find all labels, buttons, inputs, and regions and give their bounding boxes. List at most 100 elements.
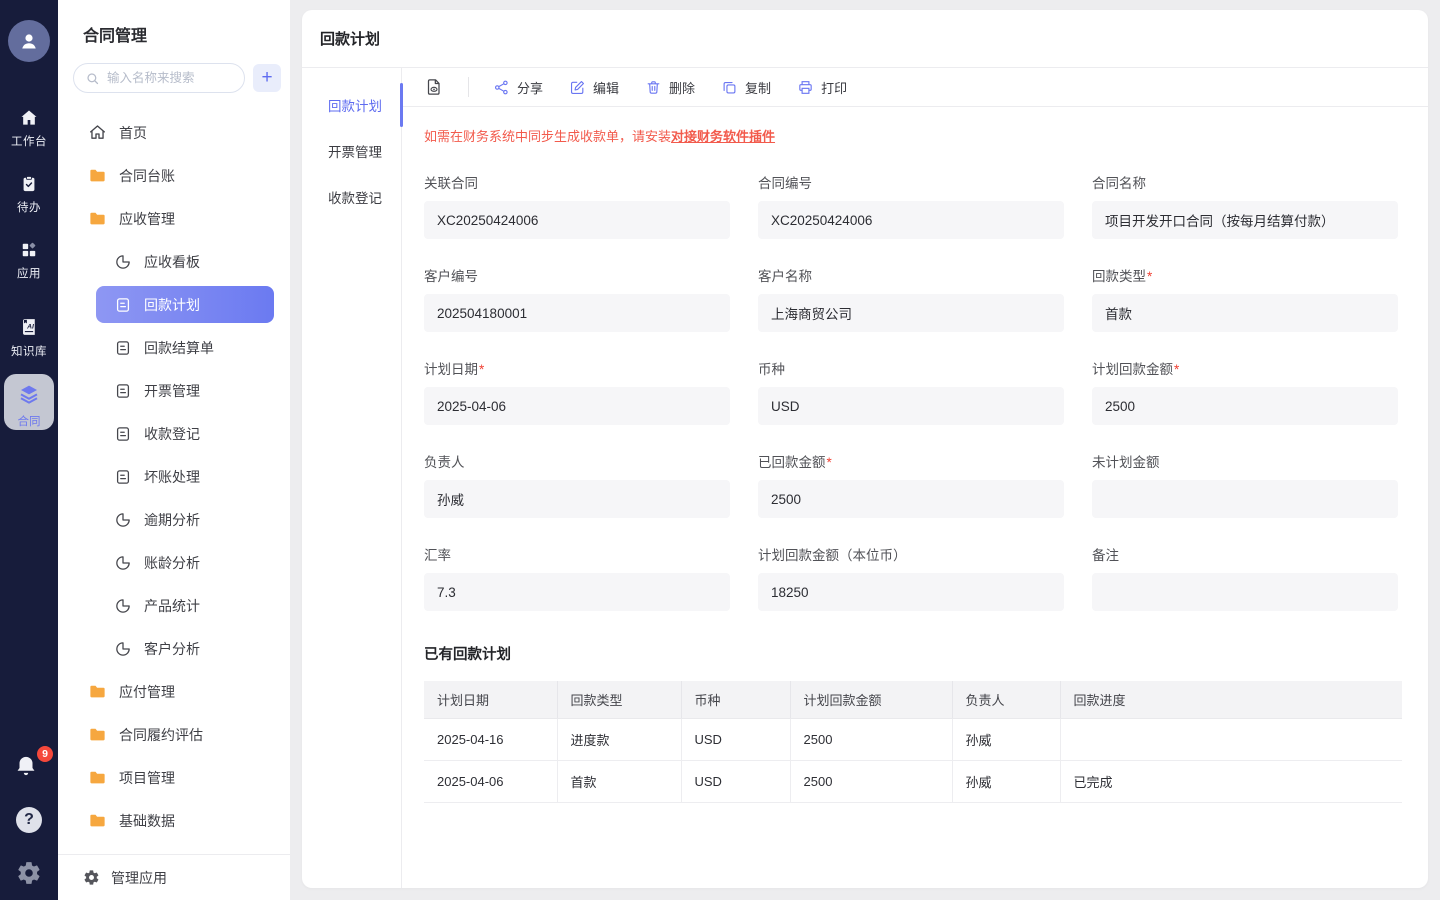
- sidebar-item-customer-analysis[interactable]: 客户分析: [58, 627, 290, 670]
- plugin-link[interactable]: 对接财务软件插件: [671, 129, 775, 144]
- required-star: *: [827, 455, 832, 470]
- tab-receipt-register[interactable]: 收款登记: [302, 174, 401, 220]
- trash-icon: [645, 79, 662, 96]
- active-tab-indicator: [400, 83, 403, 127]
- copy-button[interactable]: 复制: [721, 78, 771, 97]
- rail-settings-button[interactable]: [16, 860, 42, 886]
- search-input[interactable]: [107, 71, 227, 85]
- share-button[interactable]: 分享: [493, 78, 543, 97]
- field-value[interactable]: XC20250424006: [424, 201, 730, 239]
- sidebar-item-collection-plan-row: 回款计划: [58, 283, 290, 326]
- sidebar-item-payables[interactable]: 应付管理: [58, 670, 290, 713]
- field-contract-name: 合同名称 项目开发开口合同（按每月结算付款）: [1092, 172, 1398, 239]
- rail-item-apps[interactable]: 应用: [0, 240, 58, 282]
- sidebar-item-project-mgmt[interactable]: 项目管理: [58, 756, 290, 799]
- sidebar-item-label: 坏账处理: [144, 467, 200, 487]
- field-label: 币种: [758, 362, 785, 377]
- field-customer-no: 客户编号 202504180001: [424, 265, 730, 332]
- rail-item-workbench[interactable]: 工作台: [0, 108, 58, 150]
- rail-item-knowledge[interactable]: AI 知识库: [0, 316, 58, 360]
- rail-item-label: 应用: [17, 268, 41, 280]
- field-label: 备注: [1092, 548, 1119, 563]
- table-row[interactable]: 2025-04-16 进度款 USD 2500 孙威: [424, 718, 1402, 760]
- clipboard-check-icon: [19, 174, 39, 194]
- document-eye-icon: [424, 77, 444, 97]
- field-related-contract: 关联合同 XC20250424006: [424, 172, 730, 239]
- preview-document-button[interactable]: [424, 77, 444, 97]
- field-value[interactable]: 2500: [1092, 387, 1398, 425]
- sidebar-item-collection-plan[interactable]: 回款计划: [96, 286, 274, 323]
- main-card: 回款计划 回款计划 开票管理 收款登记 分享: [302, 10, 1428, 888]
- edit-button[interactable]: 编辑: [569, 78, 619, 97]
- rail-item-todo[interactable]: 待办: [0, 174, 58, 216]
- col-header-owner: 负责人: [952, 681, 1060, 718]
- plugin-notice: 如需在财务系统中同步生成收款单，请安装对接财务软件插件: [424, 126, 1428, 145]
- sidebar-item-label: 合同履约评估: [119, 725, 203, 745]
- tab-invoicing[interactable]: 开票管理: [302, 128, 401, 174]
- tab-collection-plan[interactable]: 回款计划: [302, 82, 401, 128]
- search-box[interactable]: [73, 63, 245, 93]
- print-button[interactable]: 打印: [797, 78, 847, 97]
- page-header: 回款计划: [302, 10, 1428, 68]
- sidebar-item-performance-eval[interactable]: 合同履约评估: [58, 713, 290, 756]
- field-value[interactable]: 上海商贸公司: [758, 294, 1064, 332]
- rail-item-contract-active[interactable]: 合同: [4, 374, 54, 430]
- help-button[interactable]: ?: [16, 807, 42, 833]
- print-label: 打印: [821, 78, 847, 97]
- field-label: 计划回款金额: [1092, 362, 1173, 377]
- sidebar-item-overdue-analysis[interactable]: 逾期分析: [58, 498, 290, 541]
- layers-icon: [17, 382, 41, 406]
- field-label: 已回款金额: [758, 455, 826, 470]
- field-value[interactable]: 2500: [758, 480, 1064, 518]
- avatar[interactable]: [8, 20, 50, 62]
- field-label: 客户名称: [758, 269, 812, 284]
- field-currency: 币种 USD: [758, 358, 1064, 425]
- manage-apps-button[interactable]: 管理应用: [58, 854, 290, 900]
- field-value[interactable]: 孙威: [424, 480, 730, 518]
- printer-icon: [797, 79, 814, 96]
- home-filled-icon: [19, 108, 39, 128]
- detail-form: 关联合同 XC20250424006 合同编号 XC20250424006 合同…: [402, 145, 1428, 637]
- sidebar-item-invoicing[interactable]: 开票管理: [58, 369, 290, 412]
- sidebar-item-receivable-board[interactable]: 应收看板: [58, 240, 290, 283]
- field-planned-amount: 计划回款金额* 2500: [1092, 358, 1398, 425]
- field-value[interactable]: [1092, 480, 1398, 518]
- notifications-button[interactable]: 9: [13, 753, 45, 783]
- pie-chart-icon: [113, 639, 132, 658]
- sidebar-item-base-data[interactable]: 基础数据: [58, 799, 290, 842]
- field-value[interactable]: 7.3: [424, 573, 730, 611]
- field-unplanned-amount: 未计划金额: [1092, 451, 1398, 518]
- toolbar-divider: [468, 77, 469, 97]
- pie-chart-icon: [113, 252, 132, 271]
- col-header-currency: 币种: [681, 681, 790, 718]
- field-value[interactable]: 202504180001: [424, 294, 730, 332]
- sidebar-item-receipt-register[interactable]: 收款登记: [58, 412, 290, 455]
- sidebar-item-product-stats[interactable]: 产品统计: [58, 584, 290, 627]
- tab-label: 回款计划: [328, 95, 382, 115]
- field-value[interactable]: XC20250424006: [758, 201, 1064, 239]
- sidebar-item-label: 开票管理: [144, 381, 200, 401]
- delete-button[interactable]: 删除: [645, 78, 695, 97]
- existing-plans-table: 计划日期 回款类型 币种 计划回款金额 负责人 回款进度 2025-04-16 …: [424, 681, 1402, 803]
- page-title: 回款计划: [320, 28, 380, 49]
- share-label: 分享: [517, 78, 543, 97]
- copy-label: 复制: [745, 78, 771, 97]
- sidebar-item-contract-ledger[interactable]: 合同台账: [58, 154, 290, 197]
- cell-plan-date: 2025-04-06: [424, 760, 557, 802]
- col-header-progress: 回款进度: [1060, 681, 1402, 718]
- sidebar-item-home[interactable]: 首页: [58, 111, 290, 154]
- field-value[interactable]: 2025-04-06: [424, 387, 730, 425]
- field-value[interactable]: 项目开发开口合同（按每月结算付款）: [1092, 201, 1398, 239]
- field-value[interactable]: 18250: [758, 573, 1064, 611]
- manage-apps-label: 管理应用: [111, 868, 167, 888]
- apps-grid-icon: [19, 240, 39, 260]
- sidebar-item-bad-debt[interactable]: 坏账处理: [58, 455, 290, 498]
- field-value[interactable]: USD: [758, 387, 1064, 425]
- sidebar-item-aging-analysis[interactable]: 账龄分析: [58, 541, 290, 584]
- sidebar-item-receivables[interactable]: 应收管理: [58, 197, 290, 240]
- sidebar-item-settlement[interactable]: 回款结算单: [58, 326, 290, 369]
- table-row[interactable]: 2025-04-06 首款 USD 2500 孙威 已完成: [424, 760, 1402, 802]
- add-button[interactable]: +: [253, 64, 281, 92]
- field-value[interactable]: 首款: [1092, 294, 1398, 332]
- field-value[interactable]: [1092, 573, 1398, 611]
